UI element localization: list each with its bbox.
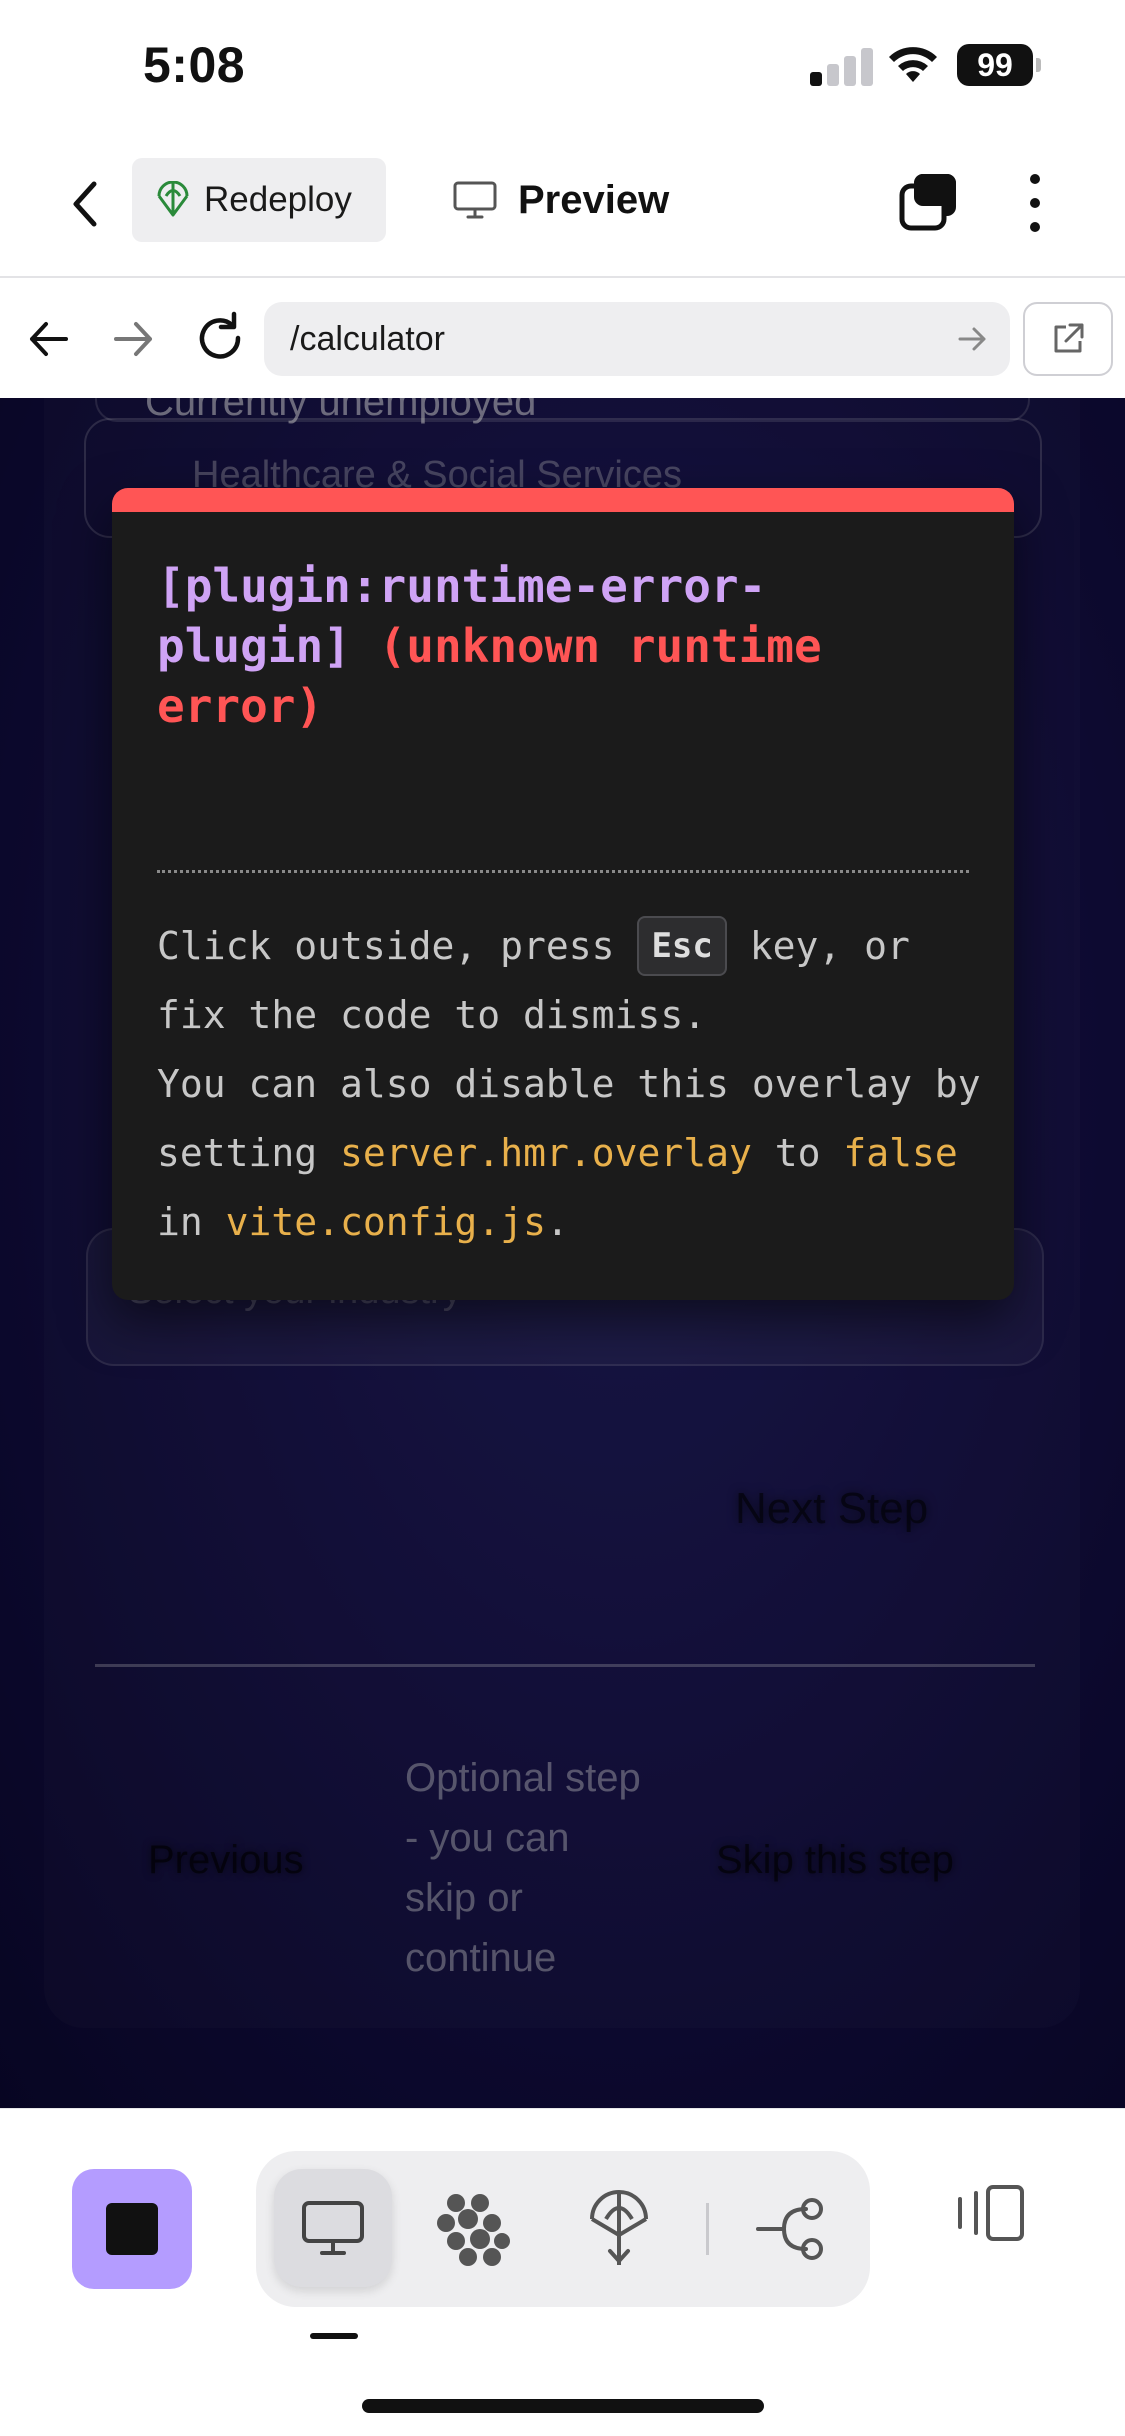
desktop-preview-button[interactable] [274, 2169, 392, 2287]
preview-tab[interactable]: Preview [452, 158, 669, 242]
wifi-icon [889, 47, 937, 82]
toolbar-separator [706, 2203, 709, 2255]
tip-text: in [157, 1200, 203, 1244]
stop-icon [106, 2203, 158, 2255]
app-header: Redeploy Preview [0, 140, 1125, 278]
more-options-icon[interactable] [1020, 170, 1050, 236]
back-chevron-icon[interactable] [62, 174, 112, 234]
layout-toggle-icon[interactable] [954, 2183, 1026, 2243]
esc-key-badge: Esc [637, 916, 727, 976]
git-icon[interactable] [754, 2189, 828, 2269]
external-link-icon [1054, 323, 1084, 353]
error-tip: Click outside, press Esc key, or fix the… [157, 912, 987, 1257]
active-tab-indicator [310, 2333, 358, 2339]
desktop-icon [453, 181, 497, 219]
deploy-icon [157, 181, 189, 217]
stop-button[interactable] [72, 2169, 192, 2289]
workflow-icon[interactable] [434, 2189, 514, 2269]
preview-label: Preview [518, 177, 670, 222]
url-field[interactable]: /calculator [264, 302, 1010, 376]
redeploy-label: Redeploy [204, 180, 352, 219]
tip-text: Click outside, press [157, 924, 615, 968]
battery-tip [1036, 58, 1041, 72]
arrow-forward-icon[interactable] [108, 314, 158, 364]
arrow-back-icon[interactable] [24, 314, 74, 364]
tool-group [256, 2151, 870, 2307]
runtime-error-overlay: [plugin:runtime-error-plugin] (unknown r… [112, 488, 1014, 1300]
open-external-button[interactable] [1023, 302, 1113, 376]
tip-code: false [843, 1131, 958, 1175]
tip-text: . [545, 1200, 569, 1244]
tip-text: to [774, 1131, 821, 1175]
cellular-signal-icon [810, 48, 874, 86]
tip-code: vite.config.js [225, 1200, 546, 1244]
redeploy-button[interactable]: Redeploy [132, 158, 386, 242]
error-divider [157, 870, 969, 873]
home-indicator[interactable] [362, 2399, 764, 2413]
deploy-icon[interactable] [588, 2189, 650, 2269]
desktop-icon [302, 2201, 364, 2255]
go-arrow-icon[interactable] [956, 324, 988, 354]
bottom-toolbar [0, 2108, 1125, 2436]
url-text: /calculator [290, 319, 445, 358]
status-bar: 5:08 99 [0, 0, 1125, 140]
battery-level: 99 [957, 44, 1033, 86]
tip-code: server.hmr.overlay [340, 1131, 752, 1175]
tabs-switcher-icon[interactable] [898, 172, 960, 234]
reload-icon[interactable] [192, 310, 248, 366]
error-title: [plugin:runtime-error-plugin] (unknown r… [157, 556, 957, 736]
status-time: 5:08 [143, 37, 246, 93]
browser-bar: /calculator [0, 280, 1125, 398]
